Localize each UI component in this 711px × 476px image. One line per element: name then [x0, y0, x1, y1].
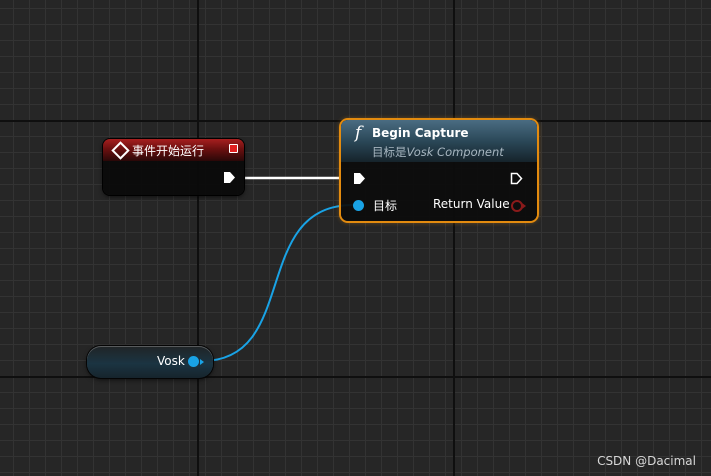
- exec-output-pin-icon[interactable]: [223, 171, 236, 184]
- event-diamond-icon: [111, 141, 130, 160]
- function-node-header[interactable]: f Begin Capture 目标是Vosk Component: [341, 120, 537, 162]
- subtitle-prefix: 目标是: [372, 145, 407, 159]
- subtitle-class: Vosk Component: [406, 145, 504, 159]
- delegate-pin-icon[interactable]: [229, 144, 238, 153]
- watermark: CSDN @Dacimal: [597, 454, 696, 468]
- wire-layer: [201, 176, 354, 362]
- return-value-pin-label: Return Value: [433, 197, 510, 211]
- object-wire[interactable]: [201, 204, 354, 362]
- variable-node-label: Vosk: [157, 354, 185, 368]
- return-value-arrow-icon: [522, 203, 526, 209]
- function-icon: f: [355, 123, 362, 143]
- function-node-title: Begin Capture: [372, 126, 469, 140]
- exec-output-pin-icon[interactable]: [510, 172, 523, 185]
- function-node-subtitle: 目标是Vosk Component: [372, 144, 504, 160]
- target-pin-label: 目标: [373, 199, 398, 213]
- grid-major-line: [197, 0, 199, 476]
- grid-major-line: [453, 0, 455, 476]
- exec-input-pin-icon[interactable]: [353, 172, 366, 185]
- event-begin-play-node[interactable]: 事件开始运行: [103, 139, 244, 195]
- vosk-output-arrow-icon: [200, 359, 204, 365]
- vosk-variable-node[interactable]: Vosk: [87, 346, 213, 378]
- begin-capture-function-node[interactable]: f Begin Capture 目标是Vosk Component 目标 Ret…: [341, 120, 537, 221]
- blueprint-graph-canvas[interactable]: 事件开始运行 f Begin Capture 目标是Vosk Component…: [0, 0, 711, 476]
- vosk-output-pin[interactable]: [188, 356, 199, 367]
- event-node-header[interactable]: 事件开始运行: [103, 139, 244, 161]
- event-node-title: 事件开始运行: [132, 144, 205, 158]
- target-input-pin[interactable]: [353, 200, 364, 211]
